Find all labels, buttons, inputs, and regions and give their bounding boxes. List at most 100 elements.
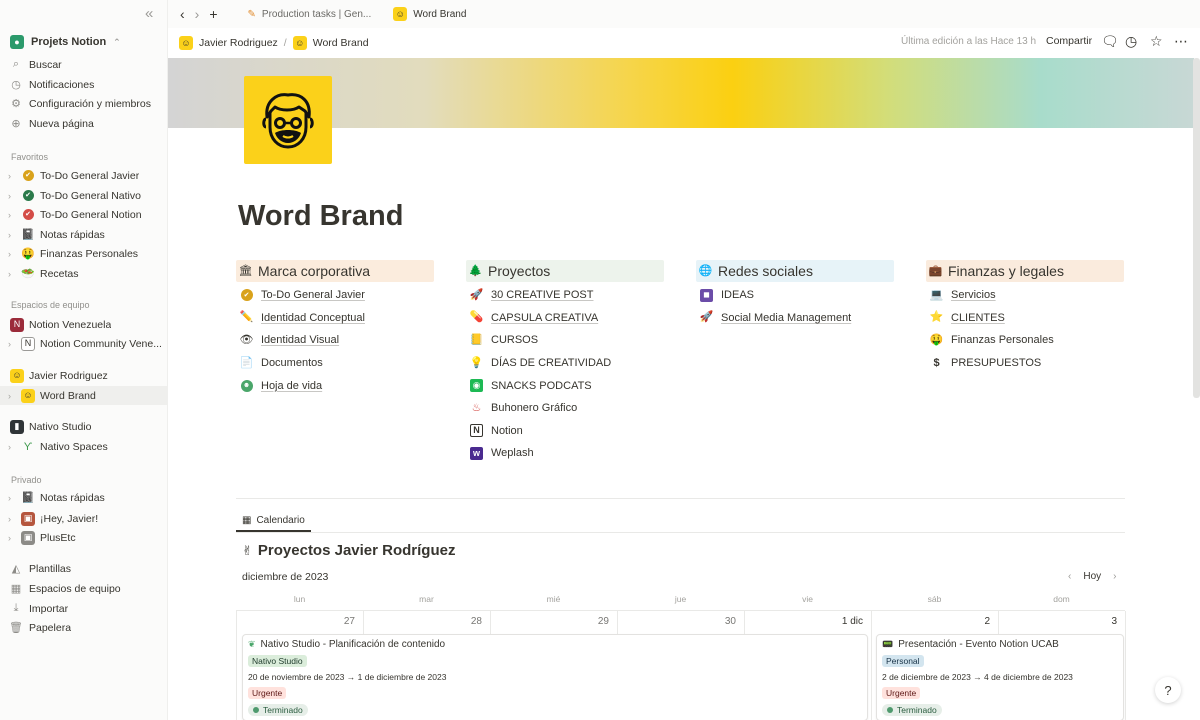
sidebar-item-todo-javier[interactable]: › ✔ To-Do General Javier <box>0 166 167 185</box>
sidebar-item-search[interactable]: ⌕ Buscar <box>0 55 167 74</box>
salad-icon: 🥗 <box>21 268 35 280</box>
sidebar-item-notion-community[interactable]: › N Notion Community Vene... <box>0 334 167 353</box>
list-item[interactable]: ◉ SNACKS PODCATS <box>466 374 664 397</box>
more-dots-icon[interactable]: ⋯ <box>1174 33 1188 50</box>
check-circle-icon: ✔ <box>22 209 34 220</box>
pencil-icon: ✏️ <box>239 311 254 324</box>
list-item[interactable]: 💡 DÍAS DE CREATIVIDAD <box>466 352 664 375</box>
chevron-right-icon[interactable]: › <box>8 269 18 279</box>
sidebar-item-javier-rodriguez[interactable]: ☺ Javier Rodriguez <box>0 366 167 385</box>
column-heading[interactable]: 🌐 Redes sociales <box>696 260 894 282</box>
tab-calendar-view[interactable]: ▦ Calendario <box>236 510 311 532</box>
comment-icon[interactable]: 🗨 <box>1101 33 1119 50</box>
list-item[interactable]: $ PRESUPUESTOS <box>926 352 1124 375</box>
sidebar-item-private-notes[interactable]: › 📓 Notas rápidas <box>0 488 167 507</box>
chevron-right-icon[interactable]: › <box>8 339 18 349</box>
sidebar-item-notion-venezuela[interactable]: N Notion Venezuela <box>0 315 167 334</box>
chevron-right-icon[interactable]: › <box>8 442 18 452</box>
calendar-title[interactable]: ✌ Proyectos Javier Rodríguez <box>242 542 455 559</box>
chevron-right-icon[interactable]: › <box>8 391 18 401</box>
list-item[interactable]: ✔ To-Do General Javier <box>236 284 434 307</box>
column-heading[interactable]: 💼 Finanzas y legales <box>926 260 1124 282</box>
column-heading[interactable]: 🏛 Marca corporativa <box>236 260 434 282</box>
page-avatar-icon[interactable] <box>244 76 332 164</box>
sidebar-item-nativo-studio[interactable]: ▮ Nativo Studio <box>0 417 167 436</box>
chevron-right-icon[interactable]: › <box>8 249 18 259</box>
list-item[interactable]: 👁 Identidad Visual <box>236 329 434 352</box>
sidebar-item-templates[interactable]: ◭ Plantillas <box>0 559 167 578</box>
sidebar-item-teamspaces[interactable]: ▦ Espacios de equipo <box>0 579 167 598</box>
avatar-icon: ☺ <box>393 7 408 21</box>
breadcrumb-item[interactable]: Javier Rodriguez <box>199 37 278 49</box>
weekday-label: vie <box>802 594 813 604</box>
sidebar-item-settings[interactable]: ⚙ Configuración y miembros <box>0 94 167 113</box>
hand-icon: ✌ <box>242 542 253 558</box>
list-item[interactable]: w Weplash <box>466 442 664 465</box>
chevron-right-icon[interactable]: › <box>8 191 18 201</box>
list-item[interactable]: 🤑 Finanzas Personales <box>926 329 1124 352</box>
list-item[interactable]: ⭐ CLIENTES <box>926 307 1124 330</box>
avatar-icon: ☺ <box>292 36 307 50</box>
help-button[interactable]: ? <box>1155 677 1181 703</box>
calendar-event-card[interactable]: ❦ Nativo Studio - Planificación de conte… <box>242 634 868 720</box>
calendar-event-card[interactable]: 📟 Presentación - Evento Notion UCAB Pers… <box>876 634 1124 720</box>
breadcrumb-item[interactable]: Word Brand <box>313 37 369 49</box>
status-dot-icon <box>253 707 259 713</box>
sidebar-item-import[interactable]: ⤓ Importar <box>0 599 167 618</box>
chevron-right-icon[interactable]: › <box>1113 571 1116 582</box>
history-clock-icon[interactable]: ◷ <box>1125 33 1137 50</box>
chevron-right-icon[interactable]: › <box>8 230 18 240</box>
collapse-sidebar-icon[interactable]: « <box>145 5 153 22</box>
chevron-right-icon[interactable]: › <box>8 514 18 524</box>
day-number: 27 <box>343 616 355 627</box>
list-item[interactable]: 💻 Servicios <box>926 284 1124 307</box>
sidebar-item-recipes[interactable]: › 🥗 Recetas <box>0 264 167 283</box>
sidebar-item-todo-notion[interactable]: › ✔ To-Do General Notion <box>0 205 167 224</box>
sidebar-item-plusetc[interactable]: › ▣ PlusEtc <box>0 528 167 547</box>
list-item[interactable]: 🚀 30 CREATIVE POST <box>466 284 664 307</box>
star-icon[interactable]: ☆ <box>1150 33 1163 50</box>
column-heading[interactable]: 🌲 Proyectos <box>466 260 664 282</box>
list-item[interactable]: ♨ Buhonero Gráfico <box>466 397 664 420</box>
chevron-right-icon[interactable]: › <box>8 210 18 220</box>
scrollbar[interactable] <box>1193 58 1200 398</box>
priority-tag: Urgente <box>248 687 287 699</box>
new-tab-plus-icon[interactable]: + <box>209 6 217 22</box>
today-button[interactable]: Hoy <box>1083 571 1101 582</box>
list-item[interactable]: 🚀 Social Media Management <box>696 307 894 330</box>
paintbrush-icon: ✎ <box>247 8 256 20</box>
tab-word-brand[interactable]: ☺ Word Brand <box>393 7 466 21</box>
column-marca-corporativa: 🏛 Marca corporativa ✔ To-Do General Javi… <box>236 260 434 397</box>
list-item[interactable]: 💊 CAPSULA CREATIVA <box>466 307 664 330</box>
globe-icon: 🌐 <box>698 264 713 277</box>
weekday-label: mié <box>546 594 561 604</box>
back-arrow-icon[interactable]: ‹ <box>180 6 185 22</box>
sidebar-item-todo-nativo[interactable]: › ✔ To-Do General Nativo <box>0 186 167 205</box>
list-item[interactable]: ◼ IDEAS <box>696 284 894 307</box>
chevron-right-icon[interactable]: › <box>8 171 18 181</box>
sidebar-item-new-page[interactable]: ⊕ Nueva página <box>0 114 167 133</box>
workspace-switcher[interactable]: ● Projets Notion ⌃ <box>10 35 121 49</box>
forward-arrow-icon[interactable]: › <box>195 6 200 22</box>
list-item[interactable]: 📒 CURSOS <box>466 329 664 352</box>
list-item[interactable]: ☻ Hoja de vida <box>236 374 434 397</box>
sprout-icon: ϒ <box>23 440 33 453</box>
list-item[interactable]: ✏️ Identidad Conceptual <box>236 307 434 330</box>
chevron-right-icon[interactable]: › <box>8 533 18 543</box>
sidebar-item-notifications[interactable]: ◷ Notificaciones <box>0 75 167 94</box>
sidebar-item-word-brand[interactable]: › ☺ Word Brand <box>0 386 167 405</box>
chevron-left-icon[interactable]: ‹ <box>1068 571 1071 582</box>
list-item[interactable]: N Notion <box>466 420 664 443</box>
page-title[interactable]: Word Brand <box>238 200 403 233</box>
sidebar-item-quick-notes[interactable]: › 📓 Notas rápidas <box>0 225 167 244</box>
tab-production-tasks[interactable]: ✎ Production tasks | Gen... <box>248 9 372 20</box>
share-button[interactable]: Compartir <box>1046 35 1092 47</box>
ideas-image-icon: ◼ <box>700 288 713 302</box>
sidebar-item-trash[interactable]: 🗑 Papelera <box>0 618 167 637</box>
sidebar-item-hey-javier[interactable]: › ▣ ¡Hey, Javier! <box>0 509 167 528</box>
sidebar-item-personal-finance[interactable]: › 🤑 Finanzas Personales <box>0 244 167 263</box>
list-item[interactable]: 📄 Documentos <box>236 352 434 375</box>
sidebar-item-nativo-spaces[interactable]: › ϒ Nativo Spaces <box>0 437 167 456</box>
chevron-right-icon[interactable]: › <box>8 493 18 503</box>
day-number: 3 <box>1111 616 1117 627</box>
